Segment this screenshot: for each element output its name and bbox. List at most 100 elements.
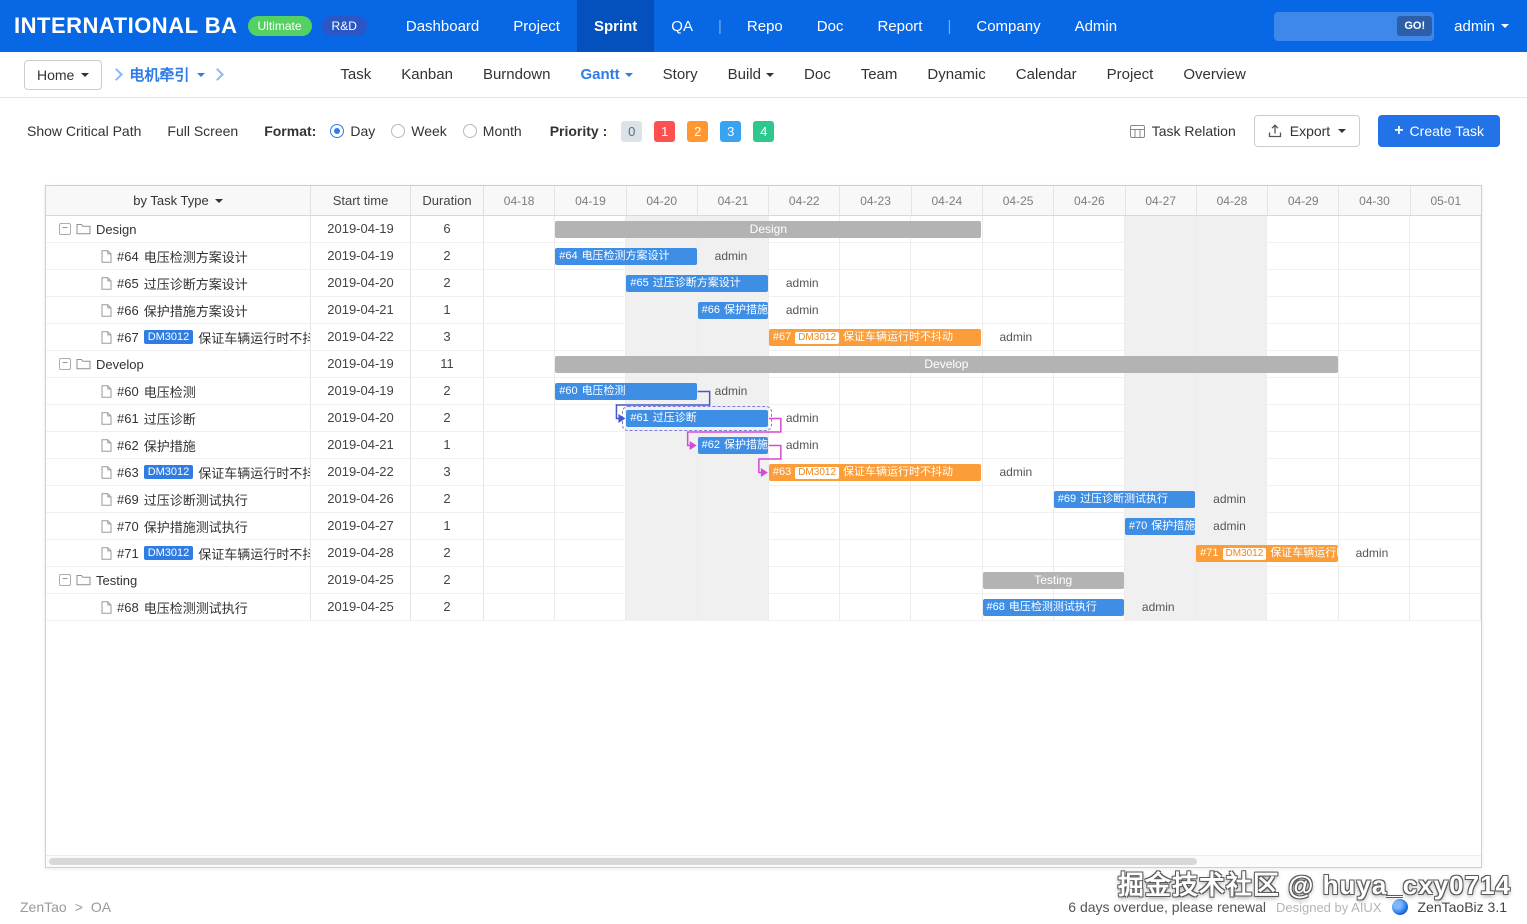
task-name-cell[interactable]: #67 DM3012 保证车辆运行时不抖动 xyxy=(46,324,311,350)
tab-story[interactable]: Story xyxy=(663,66,698,83)
gantt-row: #71DM3012保证车辆运行时不抖动2019-04-282#71DM3012保… xyxy=(46,540,1481,567)
task-name-cell[interactable]: − Testing xyxy=(46,567,311,593)
task-bar[interactable]: #70保护措施测试执行 xyxy=(1124,518,1196,535)
task-name-cell[interactable]: − Design xyxy=(46,216,311,242)
priority-chip-0[interactable]: 0 xyxy=(621,120,643,142)
task-bar[interactable]: #61 过压诊断 xyxy=(622,406,772,431)
task-bar[interactable]: #66 保护措施方案设计 xyxy=(697,302,768,319)
nav-item-admin[interactable]: Admin xyxy=(1058,0,1135,52)
export-button[interactable]: Export xyxy=(1253,115,1361,147)
nav-item-dashboard[interactable]: Dashboard xyxy=(389,0,496,52)
task-name-cell[interactable]: #69 过压诊断测试执行 xyxy=(46,486,311,512)
task-bar[interactable]: #67 DM3012 保证车辆运行时不抖动 xyxy=(768,329,982,346)
chart-cell: Testing xyxy=(484,567,1481,593)
home-button[interactable]: Home xyxy=(24,59,103,90)
tab-dynamic[interactable]: Dynamic xyxy=(927,66,985,83)
caret-down-icon xyxy=(624,72,633,77)
bar-task-id: #65 xyxy=(630,277,649,289)
file-icon xyxy=(101,438,112,452)
format-option-month[interactable]: Month xyxy=(462,123,522,139)
file-icon xyxy=(101,384,112,398)
bar-task-title: 电压检测方案设计 xyxy=(581,250,670,262)
nav-item-repo[interactable]: Repo xyxy=(730,0,800,52)
tab-build[interactable]: Build xyxy=(728,66,775,83)
task-name-cell[interactable]: #62 保护措施 xyxy=(46,432,311,458)
bar-task-id: #61 xyxy=(630,412,649,424)
nav-item-report[interactable]: Report xyxy=(860,0,939,52)
search-go-button[interactable]: GO! xyxy=(1397,16,1433,36)
task-bar[interactable]: #71DM3012保证车辆运行时不抖动 xyxy=(1196,545,1338,562)
duration-label: Duration xyxy=(422,193,472,208)
scrollbar-thumb[interactable] xyxy=(49,858,1197,865)
format-option-day[interactable]: Day xyxy=(330,123,375,139)
radio-icon xyxy=(462,124,477,138)
bar-task-id: #63 xyxy=(772,466,792,478)
group-bar[interactable]: Design xyxy=(555,221,982,238)
user-menu[interactable]: admin xyxy=(1454,18,1509,35)
task-name-cell[interactable]: #61 过压诊断 xyxy=(46,405,311,431)
collapse-icon[interactable]: − xyxy=(59,574,71,586)
task-title: 电压检测方案设计 xyxy=(143,249,248,265)
tab-burndown[interactable]: Burndown xyxy=(483,66,551,83)
task-name-cell[interactable]: #68 电压检测测试执行 xyxy=(46,594,311,620)
task-title: 过压诊断测试执行 xyxy=(143,492,248,508)
task-bar[interactable]: #63 DM3012 保证车辆运行时不抖动 xyxy=(768,464,982,481)
task-bar[interactable]: #60 电压检测 xyxy=(555,383,697,400)
task-bar[interactable]: #68 电压检测测试执行 xyxy=(982,599,1124,616)
brand-logo[interactable]: INTERNATIONAL BA xyxy=(14,13,238,39)
task-relation-button[interactable]: Task Relation xyxy=(1129,123,1236,139)
format-option-week[interactable]: Week xyxy=(391,123,447,139)
group-bar[interactable]: Testing xyxy=(982,572,1124,589)
duration-cell: 2 xyxy=(411,378,484,404)
footer-brand[interactable]: ZenTao xyxy=(20,899,67,915)
task-name-cell[interactable]: − Develop xyxy=(46,351,311,377)
task-name-cell[interactable]: #65 过压诊断方案设计 xyxy=(46,270,311,296)
full-screen-button[interactable]: Full Screen xyxy=(167,123,238,139)
breadcrumb[interactable]: 电机牵引 xyxy=(110,64,225,85)
task-bar[interactable]: #65 过压诊断方案设计 xyxy=(626,275,768,292)
tab-project[interactable]: Project xyxy=(1107,66,1154,83)
tab-kanban[interactable]: Kanban xyxy=(401,66,453,83)
priority-chip-1[interactable]: 1 xyxy=(654,120,676,142)
priority-chip-4[interactable]: 4 xyxy=(753,120,775,142)
bar-task-id: #69 xyxy=(1057,493,1077,505)
footer-project[interactable]: OA xyxy=(91,899,111,915)
collapse-icon[interactable]: − xyxy=(59,223,71,235)
task-name-cell[interactable]: #66 保护措施方案设计 xyxy=(46,297,311,323)
collapse-icon[interactable]: − xyxy=(59,358,71,370)
priority-chip-2[interactable]: 2 xyxy=(687,120,709,142)
file-icon xyxy=(101,519,112,533)
task-name-cell[interactable]: #64 电压检测方案设计 xyxy=(46,243,311,269)
tab-gantt[interactable]: Gantt xyxy=(580,66,633,83)
nav-item-qa[interactable]: QA xyxy=(654,0,710,52)
nav-item-doc[interactable]: Doc xyxy=(800,0,861,52)
nav-item-project[interactable]: Project xyxy=(496,0,577,52)
search-input[interactable] xyxy=(1276,18,1398,34)
group-bar[interactable]: Develop xyxy=(555,356,1338,373)
date-col-04-29: 04-29 xyxy=(1268,186,1340,215)
file-icon xyxy=(101,249,112,263)
priority-chip-3[interactable]: 3 xyxy=(720,120,742,142)
tab-calendar[interactable]: Calendar xyxy=(1016,66,1077,83)
tab-doc[interactable]: Doc xyxy=(804,66,831,83)
tab-task[interactable]: Task xyxy=(340,66,371,83)
file-icon xyxy=(101,465,112,479)
show-critical-path-button[interactable]: Show Critical Path xyxy=(27,123,141,139)
task-title: 保证车辆运行时不抖动 xyxy=(198,546,310,562)
create-task-button[interactable]: + Create Task xyxy=(1378,115,1500,147)
nav-item-sprint[interactable]: Sprint xyxy=(576,0,655,52)
task-bar[interactable]: #62 保护措施 xyxy=(697,437,768,454)
nav-item-company[interactable]: Company xyxy=(959,0,1057,52)
task-bar[interactable]: #64 电压检测方案设计 xyxy=(555,248,697,265)
tab-team[interactable]: Team xyxy=(861,66,898,83)
watermark: 掘金技术社区 @ huya_cxy0714 xyxy=(1117,870,1511,900)
task-name-cell[interactable]: #63 DM3012 保证车辆运行时不抖动 xyxy=(46,459,311,485)
task-name-cell[interactable]: #71 DM3012 保证车辆运行时不抖动 xyxy=(46,540,311,566)
tab-label: Project xyxy=(1106,66,1154,83)
task-name-cell[interactable]: #70 保护措施测试执行 xyxy=(46,513,311,539)
bar-task-id: #60 xyxy=(559,385,578,397)
task-name-cell[interactable]: #60 电压检测 xyxy=(46,378,311,404)
task-bar[interactable]: #69 过压诊断测试执行 xyxy=(1053,491,1196,508)
column-header-task-type[interactable]: by Task Type xyxy=(46,186,311,215)
tab-overview[interactable]: Overview xyxy=(1183,66,1246,83)
